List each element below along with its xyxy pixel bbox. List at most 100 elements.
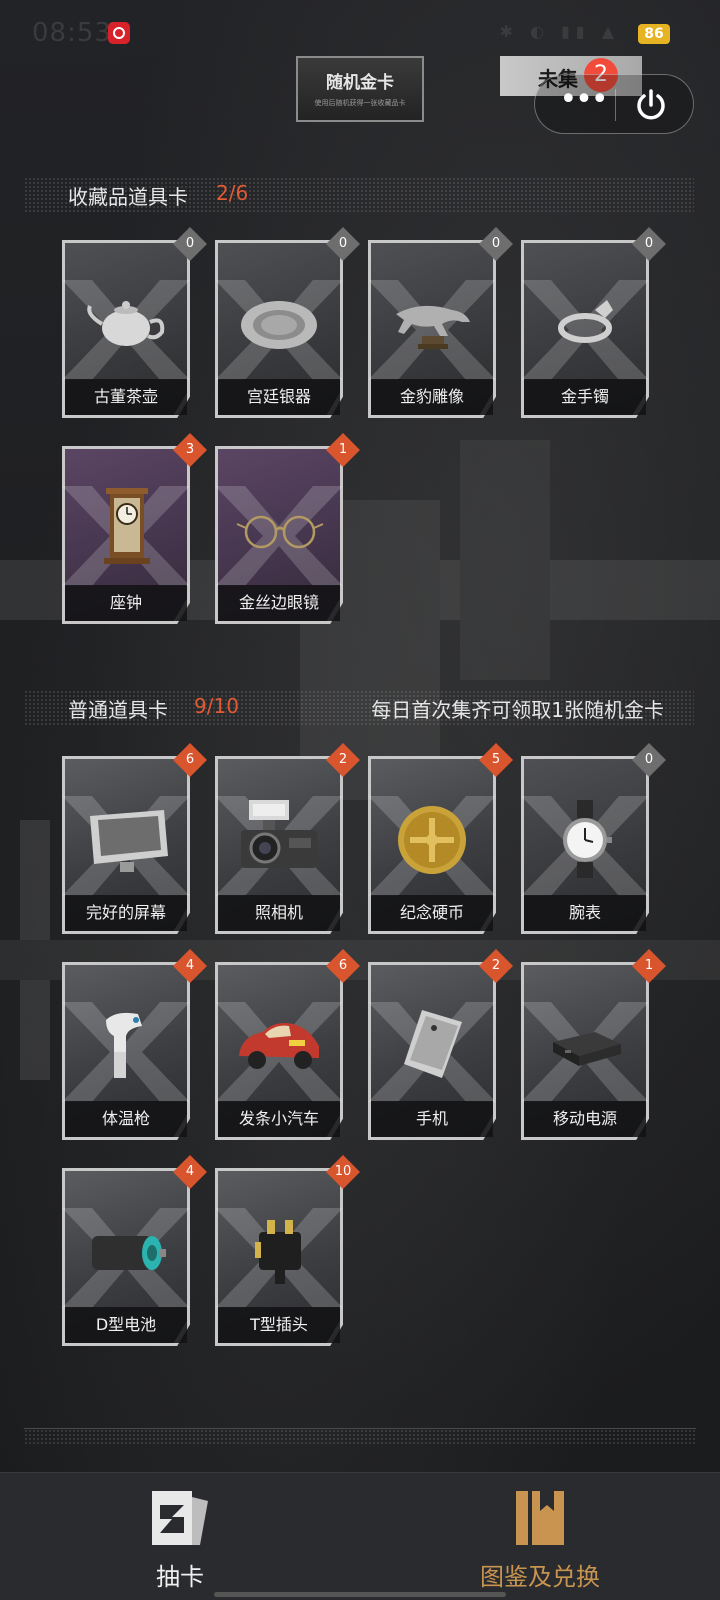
card-count: 0 (338, 236, 348, 251)
card-count: 0 (644, 752, 654, 767)
toy-car-icon (239, 1023, 319, 1069)
normal-card[interactable]: 纪念硬币 5 (368, 743, 513, 934)
collectibles-card[interactable]: 金手镯 0 (521, 227, 666, 418)
card-count-badge: 0 (632, 743, 666, 777)
phone-icon (404, 1010, 462, 1078)
capsule-divider (615, 89, 616, 121)
card-label: 手机 (371, 1101, 493, 1137)
card-count: 0 (491, 236, 501, 251)
normal-card[interactable]: 手机 2 (368, 949, 513, 1140)
card-label: 完好的屏幕 (65, 895, 187, 931)
camera-icon (241, 800, 317, 868)
card-label: 腕表 (524, 895, 646, 931)
card-count: 2 (338, 752, 348, 767)
card-label: 宫廷银器 (218, 379, 340, 415)
card-count-badge: 10 (326, 1155, 360, 1189)
normal-card[interactable]: 移动电源 1 (521, 949, 666, 1140)
album-icon (516, 1491, 564, 1545)
bottom-nav: 抽卡 图鉴及兑换 (0, 1472, 720, 1600)
gold-card-title: 随机金卡 (326, 73, 394, 93)
card-label: T型插头 (218, 1307, 340, 1343)
card-count-badge: 1 (326, 433, 360, 467)
collectibles-card[interactable]: 座钟 3 (62, 433, 207, 624)
card-count-badge: 5 (479, 743, 513, 777)
power-icon[interactable] (631, 85, 671, 125)
card-count: 0 (644, 236, 654, 251)
plug-icon (255, 1220, 301, 1284)
card-count: 1 (338, 442, 348, 457)
bottom-divider (24, 1428, 696, 1444)
battery-icon: 86 (638, 24, 670, 44)
card-count-badge: 0 (479, 227, 513, 261)
collectibles-card[interactable]: 古董茶壶 0 (62, 227, 207, 418)
card-count-badge: 2 (479, 949, 513, 983)
home-indicator (214, 1592, 506, 1597)
status-icons: ✱ ◐ ▮▮ ▲ (499, 22, 620, 41)
card-count-badge: 2 (326, 743, 360, 777)
card-count-badge: 6 (326, 949, 360, 983)
card-count: 0 (185, 236, 195, 251)
watch-icon (563, 800, 612, 878)
collectibles-progress: 2/6 (216, 181, 249, 205)
card-count: 4 (185, 958, 195, 973)
netease-music-icon (108, 22, 130, 44)
card-count: 3 (185, 442, 195, 457)
card-label: D型电池 (65, 1307, 187, 1343)
normal-card[interactable]: 腕表 0 (521, 743, 666, 934)
collectibles-title: 收藏品道具卡 (68, 185, 188, 209)
nav-album-exchange[interactable]: 图鉴及兑换 (360, 1473, 720, 1600)
status-time: 08:53 (32, 18, 112, 48)
card-count: 10 (334, 1164, 352, 1179)
card-label: 金丝边眼镜 (218, 585, 340, 621)
normal-card[interactable]: 发条小汽车 6 (215, 949, 360, 1140)
card-count-badge: 0 (173, 227, 207, 261)
collectibles-card[interactable]: 宫廷银器 0 (215, 227, 360, 418)
battery-icon (92, 1236, 166, 1270)
card-count: 1 (644, 958, 654, 973)
nav-draw-card[interactable]: 抽卡 (0, 1473, 360, 1600)
thermometer-gun-icon (106, 1012, 142, 1078)
miniprogram-capsule: ••• (534, 74, 694, 134)
collectibles-card[interactable]: 金丝边眼镜 1 (215, 433, 360, 624)
normal-card[interactable]: 体温枪 4 (62, 949, 207, 1140)
card-label: 座钟 (65, 585, 187, 621)
nav-album-label: 图鉴及兑换 (480, 1563, 600, 1591)
card-count: 4 (185, 1164, 195, 1179)
card-count-badge: 0 (326, 227, 360, 261)
glasses-icon (236, 515, 324, 549)
card-count-badge: 0 (632, 227, 666, 261)
card-label: 金手镯 (524, 379, 646, 415)
card-label: 古董茶壶 (65, 379, 187, 415)
card-label: 纪念硬币 (371, 895, 493, 931)
draw-card-icon (152, 1491, 208, 1545)
card-count-badge: 6 (173, 743, 207, 777)
card-count-badge: 3 (173, 433, 207, 467)
card-label: 发条小汽车 (218, 1101, 340, 1137)
card-count: 6 (338, 958, 348, 973)
card-count: 6 (185, 752, 195, 767)
normal-card[interactable]: 完好的屏幕 6 (62, 743, 207, 934)
leopard-statue-icon (396, 305, 470, 349)
normal-card[interactable]: D型电池 4 (62, 1155, 207, 1346)
gold-card-subtitle: 使用后随机获得一张收藏品卡 (314, 99, 406, 107)
power-bank-icon (553, 1032, 621, 1066)
screen-icon (90, 810, 168, 872)
teapot-icon (87, 301, 165, 346)
normal-card[interactable]: T型插头 10 (215, 1155, 360, 1346)
coin-icon (398, 806, 466, 874)
bracelet-icon (558, 300, 613, 343)
normal-cards-title: 普通道具卡 (68, 698, 168, 722)
card-count: 2 (491, 958, 501, 973)
card-label: 照相机 (218, 895, 340, 931)
card-count-badge: 4 (173, 1155, 207, 1189)
normal-cards-header: 普通道具卡 9/10 每日首次集齐可领取1张随机金卡 (24, 690, 694, 726)
normal-cards-progress: 9/10 (194, 694, 239, 718)
mantel-clock-icon (104, 488, 150, 564)
card-count-badge: 1 (632, 949, 666, 983)
card-count-badge: 4 (173, 949, 207, 983)
collectibles-card[interactable]: 金豹雕像 0 (368, 227, 513, 418)
normal-card[interactable]: 照相机 2 (215, 743, 360, 934)
more-icon[interactable]: ••• (551, 79, 615, 129)
nav-draw-label: 抽卡 (156, 1563, 204, 1591)
random-gold-card-tag[interactable]: 随机金卡 使用后随机获得一张收藏品卡 (296, 56, 424, 122)
